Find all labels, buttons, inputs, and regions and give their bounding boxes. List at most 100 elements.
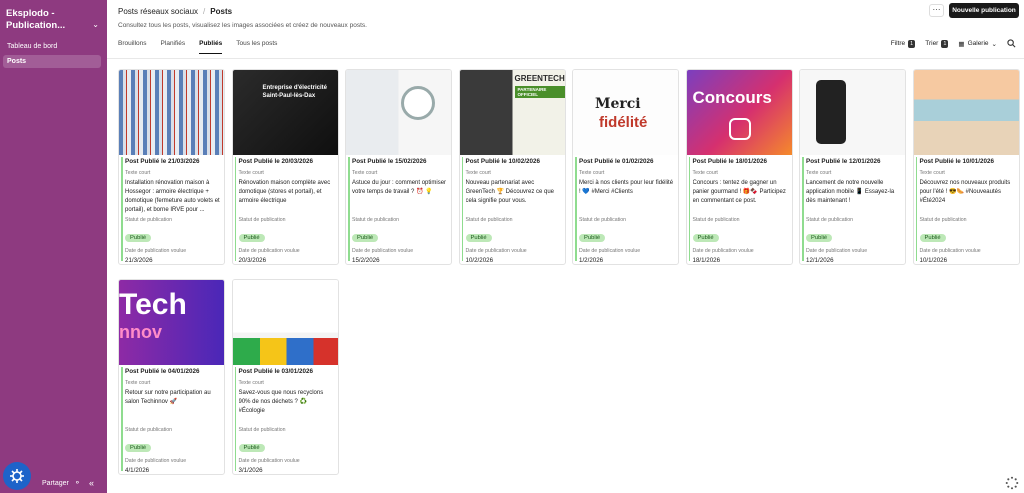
- new-post-button[interactable]: Nouvelle publication: [949, 3, 1019, 18]
- date-field-label: Date de publication voulue: [465, 248, 527, 254]
- tabs-divider: [107, 58, 1024, 59]
- filter-button[interactable]: Filtre 1: [890, 39, 916, 48]
- status-field-label: Statut de publication: [579, 217, 627, 223]
- filter-count-badge: 1: [908, 39, 916, 48]
- post-date: 20/3/2026: [238, 257, 267, 264]
- post-image[interactable]: [232, 280, 338, 365]
- status-badge: Publié: [465, 234, 492, 242]
- status-badge: Publié: [919, 234, 946, 242]
- sort-button[interactable]: Trier 1: [925, 39, 949, 48]
- view-selector[interactable]: ▦ Galerie ⌄: [958, 40, 997, 48]
- post-image[interactable]: Entreprise d'électricité Saint-Paul-lès-…: [232, 70, 338, 155]
- post-card[interactable]: Entreprise d'électricité Saint-Paul-lès-…: [231, 69, 339, 265]
- post-card[interactable]: Post Publié le 12/01/2026 Texte court La…: [799, 69, 906, 265]
- post-title: Post Publié le 18/01/2026: [692, 158, 768, 165]
- post-card[interactable]: Post Publié le 21/03/2026 Texte court In…: [118, 69, 225, 265]
- post-date: 1/2/2026: [579, 257, 604, 264]
- text-field-label: Texte court: [125, 380, 151, 386]
- post-card[interactable]: Post Publié le 15/02/2026 Texte court As…: [345, 69, 452, 265]
- post-text: Astuce du jour : comment optimiser votre…: [352, 180, 447, 195]
- help-button[interactable]: [3, 462, 31, 490]
- post-card[interactable]: Post Publié le 10/01/2026 Texte court Dé…: [912, 69, 1020, 265]
- tabs: Brouillons Planifiés Publiés Tous les po…: [118, 40, 277, 54]
- post-text: Découvrez nos nouveaux produits pour l'é…: [919, 180, 1011, 204]
- thumb-caption: Merci: [595, 96, 641, 112]
- breadcrumb: Posts réseaux sociaux / Posts: [118, 7, 232, 16]
- workspace-switcher[interactable]: Eksplodo - Publication... ⌄: [6, 8, 101, 32]
- phone-icon: [816, 80, 846, 144]
- post-card-body: Post Publié le 21/03/2026 Texte court In…: [119, 155, 224, 264]
- view-toolbar: Filtre 1 Trier 1 ▦ Galerie ⌄: [891, 39, 1016, 48]
- text-field-label: Texte court: [125, 170, 151, 176]
- post-image[interactable]: Tech nnov: [119, 280, 224, 365]
- chevron-down-icon: ⌄: [991, 40, 997, 48]
- tab-publies[interactable]: Publiés: [199, 40, 223, 54]
- post-card-body: Post Publié le 10/02/2026 Texte court No…: [460, 155, 565, 264]
- breadcrumb-root[interactable]: Posts réseaux sociaux: [118, 7, 198, 16]
- tab-planifies[interactable]: Planifiés: [161, 40, 186, 54]
- post-date: 4/1/2026: [125, 467, 150, 474]
- collapse-sidebar-icon[interactable]: «: [89, 478, 94, 488]
- thumb-caption: GREENTECH: [514, 74, 565, 83]
- post-text: Rénovation maison complète avec domotiqu…: [238, 180, 331, 204]
- view-label: Galerie: [967, 40, 989, 47]
- sort-label: Trier: [925, 40, 939, 47]
- search-button[interactable]: [1007, 39, 1016, 48]
- post-card[interactable]: Post Publié le 03/01/2026 Texte court Sa…: [231, 279, 339, 475]
- post-text: Concours : tentez de gagner un panier go…: [692, 180, 786, 204]
- tab-brouillons[interactable]: Brouillons: [118, 40, 147, 54]
- post-image[interactable]: [119, 70, 224, 155]
- post-image[interactable]: Merci fidélité: [573, 70, 678, 155]
- filter-label: Filtre: [890, 40, 906, 47]
- text-field-label: Texte court: [238, 170, 264, 176]
- post-title: Post Publié le 10/02/2026: [465, 158, 541, 165]
- post-image[interactable]: GREENTECH PARTENAIRE OFFICIEL: [459, 70, 565, 155]
- post-image[interactable]: Concours: [686, 70, 792, 155]
- sidebar-item-posts[interactable]: Posts: [3, 55, 101, 68]
- status-field-label: Statut de publication: [125, 427, 173, 433]
- post-title: Post Publié le 15/02/2026: [352, 158, 427, 165]
- post-title: Post Publié le 10/01/2026: [919, 158, 995, 165]
- status-badge: Publié: [125, 234, 152, 242]
- share-button[interactable]: Partager: [42, 480, 69, 487]
- more-options-button[interactable]: ···: [929, 4, 944, 17]
- bell-icon[interactable]: ⚬: [74, 478, 81, 487]
- text-field-label: Texte court: [919, 170, 945, 176]
- post-image[interactable]: [800, 70, 905, 155]
- breadcrumb-separator: /: [203, 7, 206, 16]
- date-field-label: Date de publication voulue: [238, 248, 300, 254]
- post-card-body: Post Publié le 10/01/2026 Texte court Dé…: [914, 155, 1019, 264]
- post-card[interactable]: Concours Post Publié le 18/01/2026 Texte…: [685, 69, 793, 265]
- page-subtitle: Consultez tous les posts, visualisez les…: [118, 22, 367, 29]
- chevron-down-icon: ⌄: [92, 20, 99, 29]
- sidebar-item-tableau-de-bord[interactable]: Tableau de bord: [3, 40, 101, 53]
- post-card-body: Post Publié le 20/03/2026 Texte court Ré…: [233, 155, 338, 264]
- text-field-label: Texte court: [692, 170, 718, 176]
- post-card[interactable]: Merci fidélité Post Publié le 01/02/2026…: [572, 69, 679, 265]
- date-field-label: Date de publication voulue: [919, 248, 981, 254]
- post-date: 10/2/2026: [465, 257, 494, 264]
- sidebar: Eksplodo - Publication... ⌄ Tableau de b…: [0, 0, 107, 493]
- post-card[interactable]: GREENTECH PARTENAIRE OFFICIEL Post Publi…: [458, 69, 566, 265]
- post-date: 21/3/2026: [125, 257, 153, 264]
- status-field-label: Statut de publication: [125, 217, 173, 223]
- search-icon: [1007, 39, 1016, 48]
- post-image[interactable]: [346, 70, 451, 155]
- tab-tous-les-posts[interactable]: Tous les posts: [236, 40, 277, 54]
- status-badge: Publié: [238, 444, 265, 452]
- post-date: 15/2/2026: [352, 257, 380, 264]
- date-field-label: Date de publication voulue: [692, 248, 754, 254]
- post-image[interactable]: [913, 70, 1019, 155]
- thumb-caption: Concours: [692, 88, 772, 107]
- main-content: Posts réseaux sociaux / Posts Consultez …: [107, 0, 1024, 493]
- post-card-body: Post Publié le 03/01/2026 Texte court Sa…: [233, 365, 338, 474]
- status-field-label: Statut de publication: [692, 217, 740, 223]
- status-badge: Publié: [238, 234, 265, 242]
- post-title: Post Publié le 04/01/2026: [125, 368, 200, 375]
- text-field-label: Texte court: [579, 170, 605, 176]
- thumb-subcaption: fidélité: [599, 114, 648, 131]
- post-card-body: Post Publié le 15/02/2026 Texte court As…: [346, 155, 451, 264]
- camera-icon: [728, 118, 751, 140]
- sidebar-nav: Tableau de bord Posts: [3, 40, 101, 70]
- post-card[interactable]: Tech nnov Post Publié le 04/01/2026 Text…: [118, 279, 225, 475]
